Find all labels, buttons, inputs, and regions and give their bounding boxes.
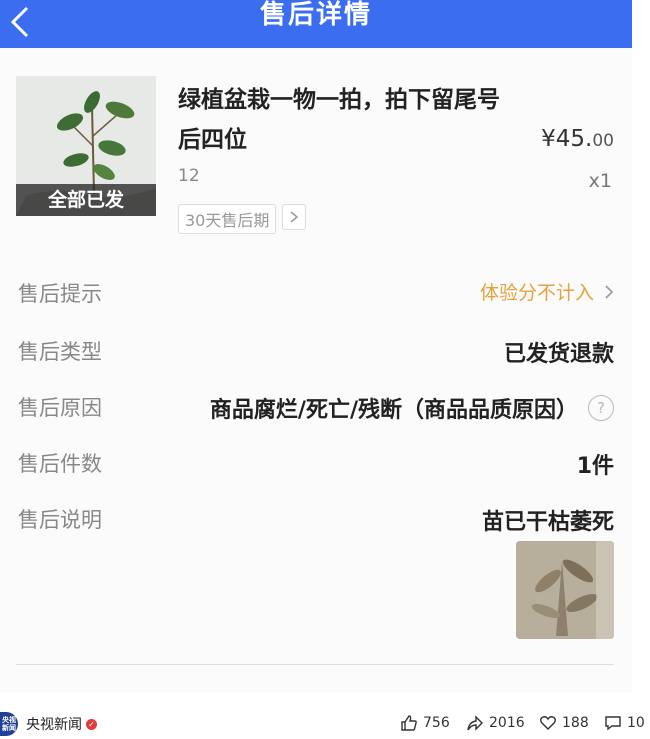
phone-screen: 售后详情 全部已发 绿植盆栽一物一拍，拍下留尾号后四位 ¥45.00 12 x1… <box>0 0 632 693</box>
product-image[interactable]: 全部已发 <box>16 76 156 216</box>
like-count: 756 <box>423 715 450 731</box>
row-value-hint[interactable]: 体验分不计入 <box>480 278 614 305</box>
row-label-description: 售后说明 <box>18 508 102 532</box>
help-icon[interactable]: ? <box>588 395 614 421</box>
chevron-right-icon <box>290 211 299 223</box>
comment-icon <box>605 716 621 731</box>
row-label-type: 售后类型 <box>18 340 102 364</box>
product-price: ¥45.00 <box>541 126 614 152</box>
product-title[interactable]: 绿植盆栽一物一拍，拍下留尾号后四位 <box>178 80 518 160</box>
hint-text: 体验分不计入 <box>479 282 594 304</box>
row-value-type: 已发货退款 <box>503 342 614 367</box>
row-label-reason: 售后原因 <box>18 396 102 420</box>
thumbs-up-icon <box>401 715 417 731</box>
tag-expand-button[interactable] <box>282 204 307 230</box>
evidence-photo[interactable] <box>516 541 614 639</box>
section-divider <box>16 664 614 665</box>
price-main: ¥45. <box>541 126 593 152</box>
price-cents: 00 <box>592 131 614 151</box>
row-value-description: 苗已干枯萎死 <box>481 510 614 535</box>
reason-text: 商品腐烂/死亡/残断（商品品质原因） <box>209 398 578 423</box>
heart-icon <box>540 716 556 730</box>
product-spec: 12 <box>178 166 200 186</box>
channel-name[interactable]: 央视新闻 ✓ <box>26 714 97 734</box>
row-value-reason: 商品腐烂/死亡/残断（商品品质原因） ? <box>210 392 614 424</box>
page-title: 售后详情 <box>259 0 372 30</box>
favorite-button[interactable]: 188 <box>539 714 589 732</box>
channel-logo[interactable]: 央视新闻 <box>0 712 18 736</box>
share-icon <box>467 715 483 731</box>
row-label-count: 售后件数 <box>18 452 102 476</box>
share-button[interactable]: 2016 <box>466 714 525 732</box>
comment-count: 10 <box>627 715 645 731</box>
comment-button[interactable]: 10 <box>604 714 645 732</box>
like-button[interactable]: 756 <box>400 714 450 732</box>
top-navigation-bar: 售后详情 <box>0 0 632 48</box>
after-sale-period-tag[interactable]: 30天售后期 <box>178 204 277 234</box>
chevron-right-icon <box>605 284 614 299</box>
channel-logo-text: 央视新闻 <box>2 716 16 732</box>
withered-plant-photo <box>516 541 614 639</box>
row-label-hint: 售后提示 <box>18 282 102 306</box>
after-sale-tag-row: 30天售后期 <box>178 204 307 234</box>
favorite-count: 188 <box>562 715 589 731</box>
channel-name-text: 央视新闻 <box>26 717 82 733</box>
product-quantity: x1 <box>588 170 612 192</box>
verified-badge-icon: ✓ <box>86 718 97 730</box>
share-count: 2016 <box>489 715 525 731</box>
row-value-count: 1件 <box>576 454 614 479</box>
shipped-badge: 全部已发 <box>16 184 156 216</box>
